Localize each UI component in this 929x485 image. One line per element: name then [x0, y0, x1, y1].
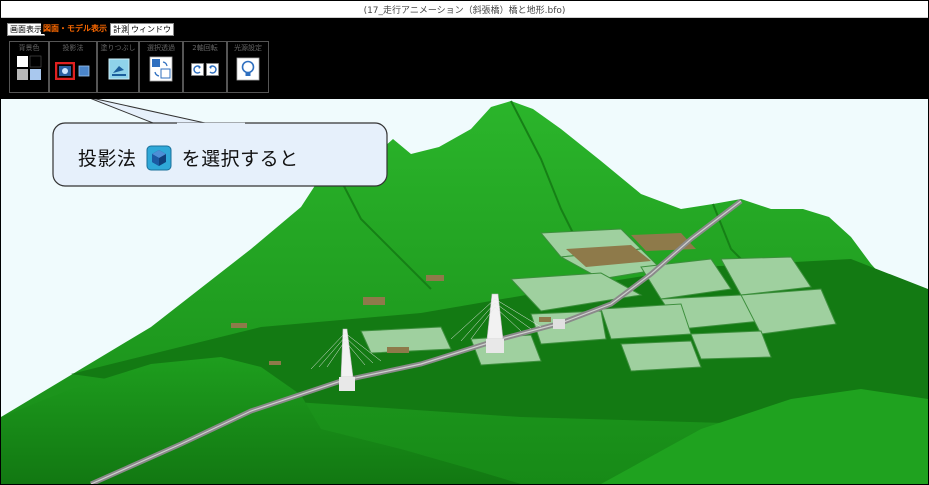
group-label-projection: 投影法 [62, 44, 84, 52]
background-color-swatch-icon[interactable] [16, 54, 44, 84]
group-label-two-axis-rotation: 2軸回転 [192, 44, 218, 52]
tab-screen-display[interactable]: 画面表示 [7, 23, 45, 36]
window-title: (17_走行アニメーション（斜張橋）橋と地形.bfo) [363, 6, 566, 16]
tab-drawing-model-display[interactable]: 図面・モデル表示 [41, 23, 109, 34]
fill-paint-icon[interactable] [108, 58, 130, 80]
projection-cube-icon [146, 145, 172, 170]
title-bar: (17_走行アニメーション（斜張橋）橋と地形.bfo) [1, 1, 928, 18]
group-projection: 投影法 [49, 41, 97, 93]
callout-text-after: を選択すると [181, 148, 299, 170]
group-label-fill: 塗りつぶし [100, 44, 136, 52]
rotate-left-icon[interactable] [191, 63, 204, 76]
group-selection-transparency: 選択透過 [139, 41, 183, 93]
bridge-pier [553, 319, 565, 329]
group-label-background-color: 背景色 [18, 44, 40, 52]
ribbon-toolbar: 画面表示 図面・モデル表示 計測 ウィンドウ 背景色 投影法 塗りつぶし 選択透… [1, 18, 928, 99]
group-background-color: 背景色 [9, 41, 49, 93]
perspective-cube-icon[interactable] [55, 62, 75, 80]
callout-text-before: 投影法 [78, 148, 137, 170]
light-bulb-icon[interactable] [236, 57, 260, 81]
group-two-axis-rotation: 2軸回転 [183, 41, 227, 93]
group-light-source: 光源設定 [227, 41, 269, 93]
parallel-cube-icon[interactable] [78, 65, 90, 77]
3d-model-viewport[interactable]: 投影法 を選択すると [1, 99, 928, 484]
selection-transparency-icon[interactable] [149, 56, 173, 82]
callout-text: 投影法 を選択すると [78, 144, 299, 171]
group-label-selection-transparency: 選択透過 [147, 44, 175, 52]
rotate-right-icon[interactable] [206, 63, 219, 76]
tab-window[interactable]: ウィンドウ [128, 23, 174, 36]
group-fill: 塗りつぶし [97, 41, 139, 93]
application-window: (17_走行アニメーション（斜張橋）橋と地形.bfo) 画面表示 図面・モデル表… [0, 0, 929, 485]
group-label-light-source: 光源設定 [234, 44, 262, 52]
